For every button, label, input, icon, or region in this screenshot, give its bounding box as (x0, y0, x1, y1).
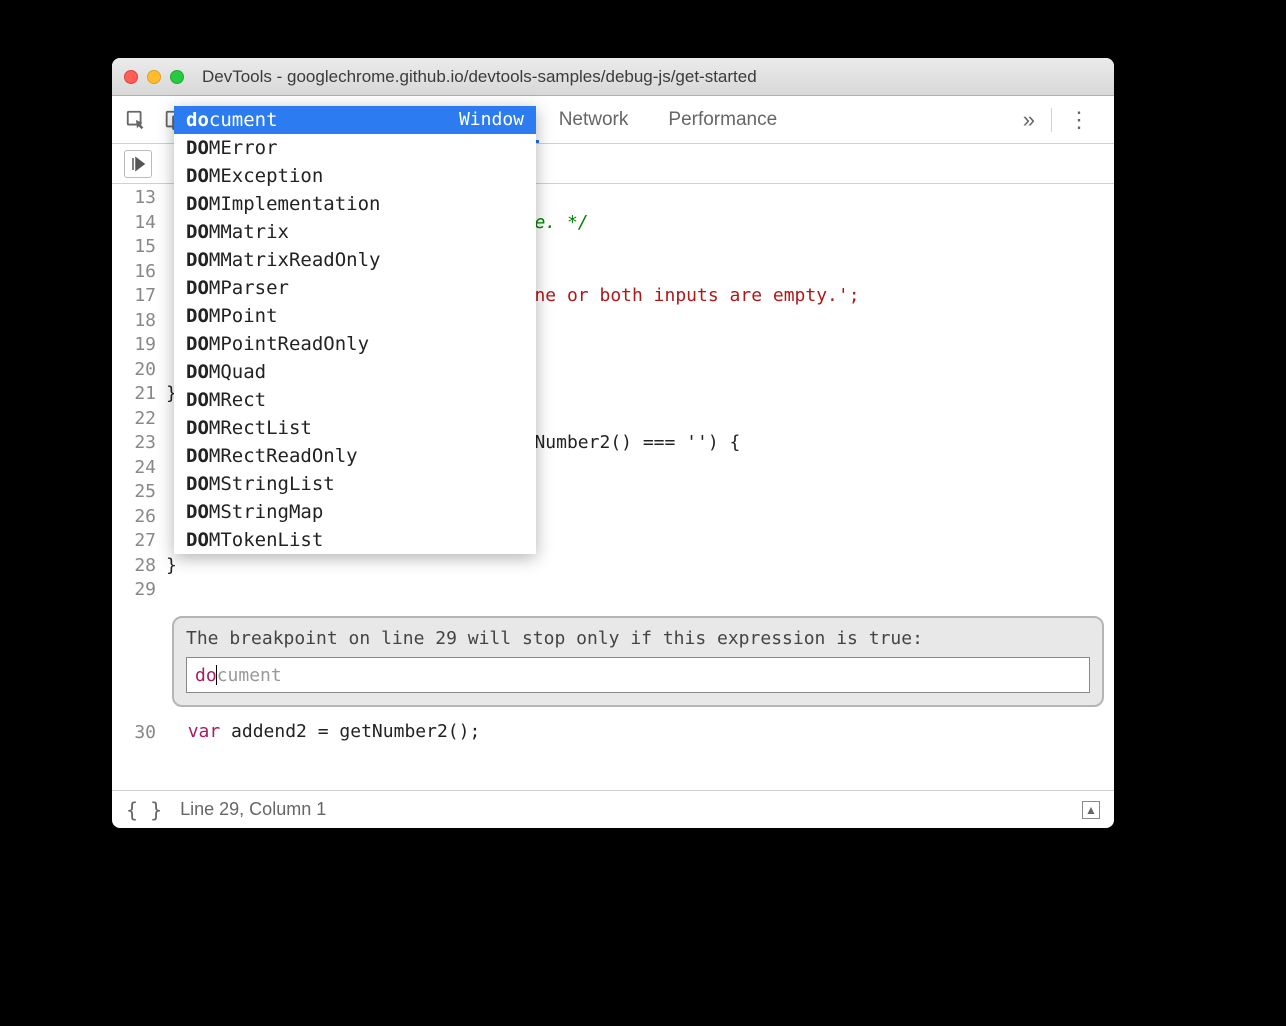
expand-icon[interactable]: ▲ (1082, 801, 1100, 819)
ac-match: DO (186, 389, 209, 411)
tab-performance[interactable]: Performance (648, 96, 797, 143)
ac-rest: MRectReadOnly (209, 445, 358, 467)
line-number: 25 (112, 480, 156, 505)
ac-match: DO (186, 165, 209, 187)
line-number: 24 (112, 456, 156, 481)
breakpoint-label: The breakpoint on line 29 will stop only… (186, 628, 1090, 649)
autocomplete-item[interactable]: DOMQuad (174, 358, 536, 386)
ac-match: DO (186, 501, 209, 523)
ac-rest: MPoint (209, 305, 278, 327)
ac-match: DO (186, 361, 209, 383)
ac-rest: MQuad (209, 361, 266, 383)
close-icon[interactable] (124, 70, 138, 84)
ac-rest: cument (209, 109, 278, 131)
code-text: : one or both inputs are empty.'; (502, 285, 860, 306)
input-typed: do (195, 665, 217, 686)
autocomplete-item[interactable]: DOMRect (174, 386, 536, 414)
autocomplete-item[interactable]: DOMParser (174, 274, 536, 302)
line-number: 16 (112, 260, 156, 285)
ac-match: DO (186, 305, 209, 327)
code-keyword: var (188, 721, 221, 742)
autocomplete-item[interactable]: DOMMatrixReadOnly (174, 246, 536, 274)
line-number: 30 (112, 721, 156, 746)
conditional-breakpoint-box: The breakpoint on line 29 will stop only… (172, 616, 1104, 707)
resume-icon[interactable] (124, 150, 152, 178)
autocomplete-item[interactable]: DOMRectList (174, 414, 536, 442)
ac-match: DO (186, 529, 209, 551)
ac-match: DO (186, 417, 209, 439)
ac-match: DO (186, 221, 209, 243)
autocomplete-item[interactable]: DOMMatrix (174, 218, 536, 246)
autocomplete-item[interactable]: DOMImplementation (174, 190, 536, 218)
ac-rest: MImplementation (209, 193, 381, 215)
ac-match: DO (186, 277, 209, 299)
ac-rest: MMatrix (209, 221, 289, 243)
ac-type: Window (459, 109, 524, 131)
autocomplete-item[interactable]: DOMException (174, 162, 536, 190)
line-number: 14 (112, 211, 156, 236)
line-number: 17 (112, 284, 156, 309)
more-tabs-icon[interactable]: » (1011, 107, 1047, 133)
autocomplete-item[interactable]: DOMTokenList (174, 526, 536, 554)
traffic-lights (124, 70, 184, 84)
line-number: 22 (112, 407, 156, 432)
autocomplete-item[interactable]: document Window (174, 106, 536, 134)
line-number: 13 (112, 186, 156, 211)
line-number: 20 (112, 358, 156, 383)
autocomplete-popup: document Window DOMErrorDOMExceptionDOMI… (174, 106, 536, 554)
ac-match: do (186, 109, 209, 131)
tab-network[interactable]: Network (539, 96, 649, 143)
gutter: 13 14 15 16 17 18 19 20 21 22 23 24 25 2… (112, 184, 166, 790)
autocomplete-item[interactable]: DOMStringList (174, 470, 536, 498)
code-text: getNumber2() === '') { (502, 432, 740, 453)
input-suggestion: cument (217, 665, 282, 686)
line-number: 26 (112, 505, 156, 530)
autocomplete-item[interactable]: DOMPointReadOnly (174, 330, 536, 358)
code-text: = getNumber2(); (318, 721, 481, 742)
ac-rest: MPointReadOnly (209, 333, 369, 355)
autocomplete-item[interactable]: DOMRectReadOnly (174, 442, 536, 470)
ac-rest: MStringList (209, 473, 335, 495)
line-number: 15 (112, 235, 156, 260)
ac-rest: MRect (209, 389, 266, 411)
ac-match: DO (186, 193, 209, 215)
tab-label: Network (559, 109, 629, 131)
breakpoint-expression-input[interactable]: document (186, 657, 1090, 693)
line-number: 18 (112, 309, 156, 334)
maximize-icon[interactable] (170, 70, 184, 84)
code-text: addend2 (220, 721, 318, 742)
ac-rest: MError (209, 137, 278, 159)
format-icon[interactable]: { } (126, 798, 162, 822)
line-number: 21 (112, 382, 156, 407)
ac-rest: MMatrixReadOnly (209, 249, 381, 271)
inspect-icon[interactable] (124, 108, 148, 132)
tab-label: Performance (668, 109, 777, 131)
line-number: 23 (112, 431, 156, 456)
ac-match: DO (186, 445, 209, 467)
titlebar: DevTools - googlechrome.github.io/devtoo… (112, 58, 1114, 96)
ac-rest: MParser (209, 277, 289, 299)
ac-rest: MStringMap (209, 501, 323, 523)
line-number: 27 (112, 529, 156, 554)
ac-match: DO (186, 249, 209, 271)
minimize-icon[interactable] (147, 70, 161, 84)
autocomplete-item[interactable]: DOMError (174, 134, 536, 162)
cursor-position: Line 29, Column 1 (180, 799, 326, 820)
line-number: 29 (112, 578, 156, 603)
line-number: 28 (112, 554, 156, 579)
ac-match: DO (186, 333, 209, 355)
autocomplete-item[interactable]: DOMPoint (174, 302, 536, 330)
ac-match: DO (186, 137, 209, 159)
ac-rest: MTokenList (209, 529, 323, 551)
statusbar: { } Line 29, Column 1 ▲ (112, 790, 1114, 828)
ac-match: DO (186, 473, 209, 495)
window-title: DevTools - googlechrome.github.io/devtoo… (202, 67, 757, 87)
ac-rest: MException (209, 165, 323, 187)
autocomplete-item[interactable]: DOMStringMap (174, 498, 536, 526)
line-number: 19 (112, 333, 156, 358)
menu-icon[interactable]: ⋮ (1056, 107, 1102, 133)
separator (1051, 108, 1052, 132)
ac-rest: MRectList (209, 417, 312, 439)
